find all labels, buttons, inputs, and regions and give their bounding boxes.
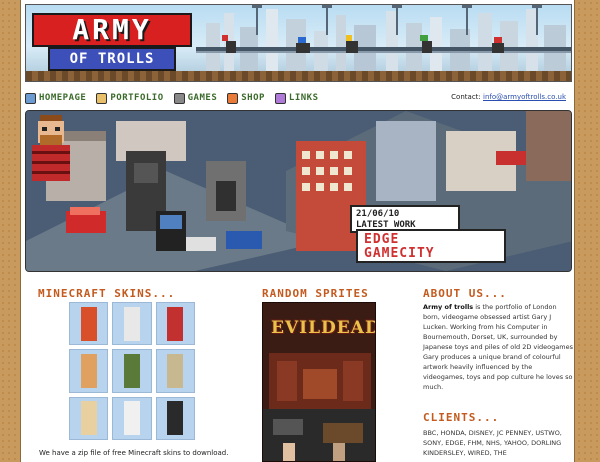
minecraft-skin-tile[interactable]: [69, 396, 109, 440]
latest-work-callout: 21/06/10 LATEST WORK EDGE GAMECITY: [348, 205, 508, 265]
skin-figure-icon: [167, 306, 184, 341]
skin-figure-icon: [167, 401, 184, 436]
artist-avatar: [32, 115, 70, 181]
nav-item-links[interactable]: LINKS: [274, 92, 319, 104]
random-sprites-heading: RANDOM SPRITES: [262, 287, 369, 300]
about-text: Army of trolls is the portfolio of Londo…: [423, 302, 573, 392]
nav-label-homepage: HOMEPAGE: [39, 93, 87, 103]
minecraft-skin-tile[interactable]: [155, 349, 195, 393]
basket-icon: [227, 92, 239, 104]
nav-label-links: LINKS: [288, 93, 319, 103]
nav-item-shop[interactable]: SHOP: [227, 92, 265, 104]
nav-item-homepage[interactable]: HOMEPAGE: [25, 92, 87, 104]
minecraft-skin-tile[interactable]: [112, 302, 152, 346]
minecraft-skin-tile[interactable]: [69, 349, 109, 393]
link-icon: [274, 92, 286, 104]
latest-work-title-line2: GAMECITY: [364, 246, 435, 261]
latest-work-title-line1: EDGE: [364, 232, 400, 247]
nav-label-shop: SHOP: [241, 93, 265, 103]
minecraft-description: We have a zip file of free Minecraft ski…: [39, 449, 229, 457]
about-heading: ABOUT US...: [423, 287, 507, 300]
minecraft-heading: MINECRAFT SKINS...: [38, 287, 176, 300]
about-body: is the portfolio of London born, videoga…: [423, 303, 573, 391]
logo-army-text: ARMY: [32, 13, 192, 47]
latest-work-date: 21/06/10: [356, 209, 400, 219]
minecraft-skin-tile[interactable]: [112, 396, 152, 440]
sprite-title-logo: EVILDEAD: [271, 318, 376, 338]
skin-figure-icon: [80, 306, 97, 341]
nav-item-games[interactable]: GAMES: [173, 92, 218, 104]
minecraft-skin-tile[interactable]: [112, 349, 152, 393]
random-sprite-image[interactable]: EVILDEAD: [262, 302, 376, 462]
nav-item-portfolio[interactable]: PORTFOLIO: [96, 92, 164, 104]
latest-work-title: EDGE GAMECITY: [356, 229, 506, 263]
clients-heading: CLIENTS...: [423, 411, 500, 424]
minecraft-skin-tile[interactable]: [155, 302, 195, 346]
skin-figure-icon: [80, 401, 97, 436]
page: ARMY OF TROLLS HOMEPAGE PORTFOLIO GAMES …: [20, 0, 575, 462]
site-logo[interactable]: ARMY OF TROLLS: [30, 11, 196, 73]
palette-icon: [96, 92, 108, 104]
header-ground: [26, 71, 571, 81]
minecraft-skin-tile[interactable]: [155, 396, 195, 440]
minecraft-skins-grid[interactable]: [69, 302, 195, 440]
contact-info: Contact: info@armyoftrolls.co.uk: [451, 93, 566, 101]
skin-figure-icon: [123, 353, 140, 388]
joystick-icon: [173, 92, 185, 104]
home-icon: [25, 92, 36, 104]
latest-work-banner[interactable]: 21/06/10 LATEST WORK EDGE GAMECITY: [25, 110, 572, 272]
contact-label: Contact:: [451, 93, 481, 101]
nav-label-portfolio: PORTFOLIO: [110, 93, 164, 103]
contact-email-link[interactable]: info@armyoftrolls.co.uk: [483, 93, 566, 101]
logo-trolls-text: OF TROLLS: [48, 47, 176, 71]
main-nav: HOMEPAGE PORTFOLIO GAMES SHOP LINKS Cont…: [25, 86, 572, 110]
header-banner: ARMY OF TROLLS: [25, 4, 572, 82]
skin-figure-icon: [167, 353, 184, 388]
skin-figure-icon: [123, 306, 140, 341]
about-lead: Army of trolls: [423, 303, 474, 311]
minecraft-skin-tile[interactable]: [69, 302, 109, 346]
nav-label-games: GAMES: [187, 93, 218, 103]
skin-figure-icon: [123, 401, 140, 436]
skin-figure-icon: [80, 353, 97, 388]
clients-list: BBC, HONDA, DISNEY, JC PENNEY, USTWO, SO…: [423, 429, 562, 457]
